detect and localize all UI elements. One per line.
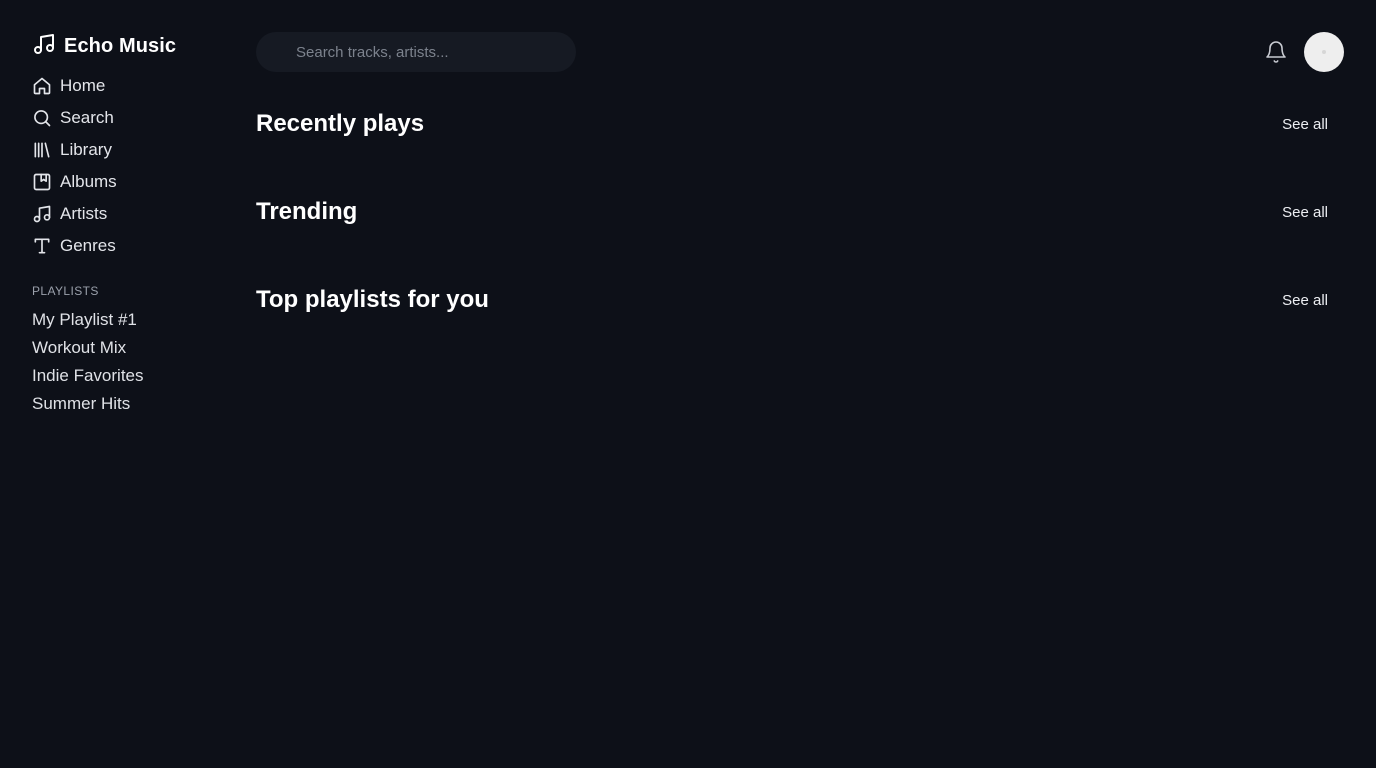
nav-item-search[interactable]: Search	[32, 102, 240, 134]
playlist-item[interactable]: My Playlist #1	[32, 306, 240, 334]
nav-item-artists[interactable]: Artists	[32, 198, 240, 230]
nav-item-albums[interactable]: Albums	[32, 166, 240, 198]
brand-name: Echo Music	[64, 34, 177, 57]
avatar[interactable]	[1304, 32, 1344, 72]
section-top-playlists: Top playlists for you See all	[256, 284, 1328, 316]
nav-item-genres[interactable]: Genres	[32, 230, 240, 262]
nav-item-home[interactable]: Home	[32, 70, 240, 102]
section-title: Top playlists for you	[256, 286, 489, 313]
music-note-icon	[32, 32, 64, 61]
playlists-heading: PLAYLISTS	[32, 284, 99, 298]
nav-label: Search	[60, 108, 114, 127]
see-all-link[interactable]: See all	[1282, 116, 1328, 133]
playlist-item[interactable]: Summer Hits	[32, 390, 240, 418]
main-nav: Home Search Library Albums Artists Genre…	[32, 70, 240, 262]
app-root: Echo Music Home Search Library Albums Ar…	[0, 0, 1376, 768]
nav-label: Genres	[60, 236, 116, 255]
see-all-link[interactable]: See all	[1282, 204, 1328, 221]
search-input[interactable]	[296, 43, 556, 61]
playlist-item[interactable]: Indie Favorites	[32, 362, 240, 390]
section-title: Trending	[256, 198, 358, 225]
nav-item-library[interactable]: Library	[32, 134, 240, 166]
search-box	[256, 32, 576, 72]
home-icon	[32, 76, 52, 96]
see-all-link[interactable]: See all	[1282, 292, 1328, 309]
music-note-icon	[32, 204, 52, 224]
nav-label: Home	[60, 76, 106, 95]
nav-label: Artists	[60, 204, 108, 223]
brand[interactable]: Echo Music	[32, 32, 240, 60]
playlist-item[interactable]: Workout Mix	[32, 334, 240, 362]
library-icon	[32, 140, 52, 160]
nav-label: Library	[60, 140, 112, 159]
playlist-list: My Playlist #1 Workout Mix Indie Favorit…	[32, 306, 240, 418]
type-icon	[32, 236, 52, 256]
section-recently-plays: Recently plays See all	[256, 108, 1328, 140]
album-icon	[32, 172, 52, 192]
search-icon	[32, 108, 52, 128]
section-title: Recently plays	[256, 110, 425, 137]
nav-label: Albums	[60, 172, 117, 191]
bell-icon[interactable]	[1264, 40, 1288, 64]
section-trending: Trending See all	[256, 196, 1328, 228]
sidebar: Echo Music Home Search Library Albums Ar…	[0, 0, 240, 768]
